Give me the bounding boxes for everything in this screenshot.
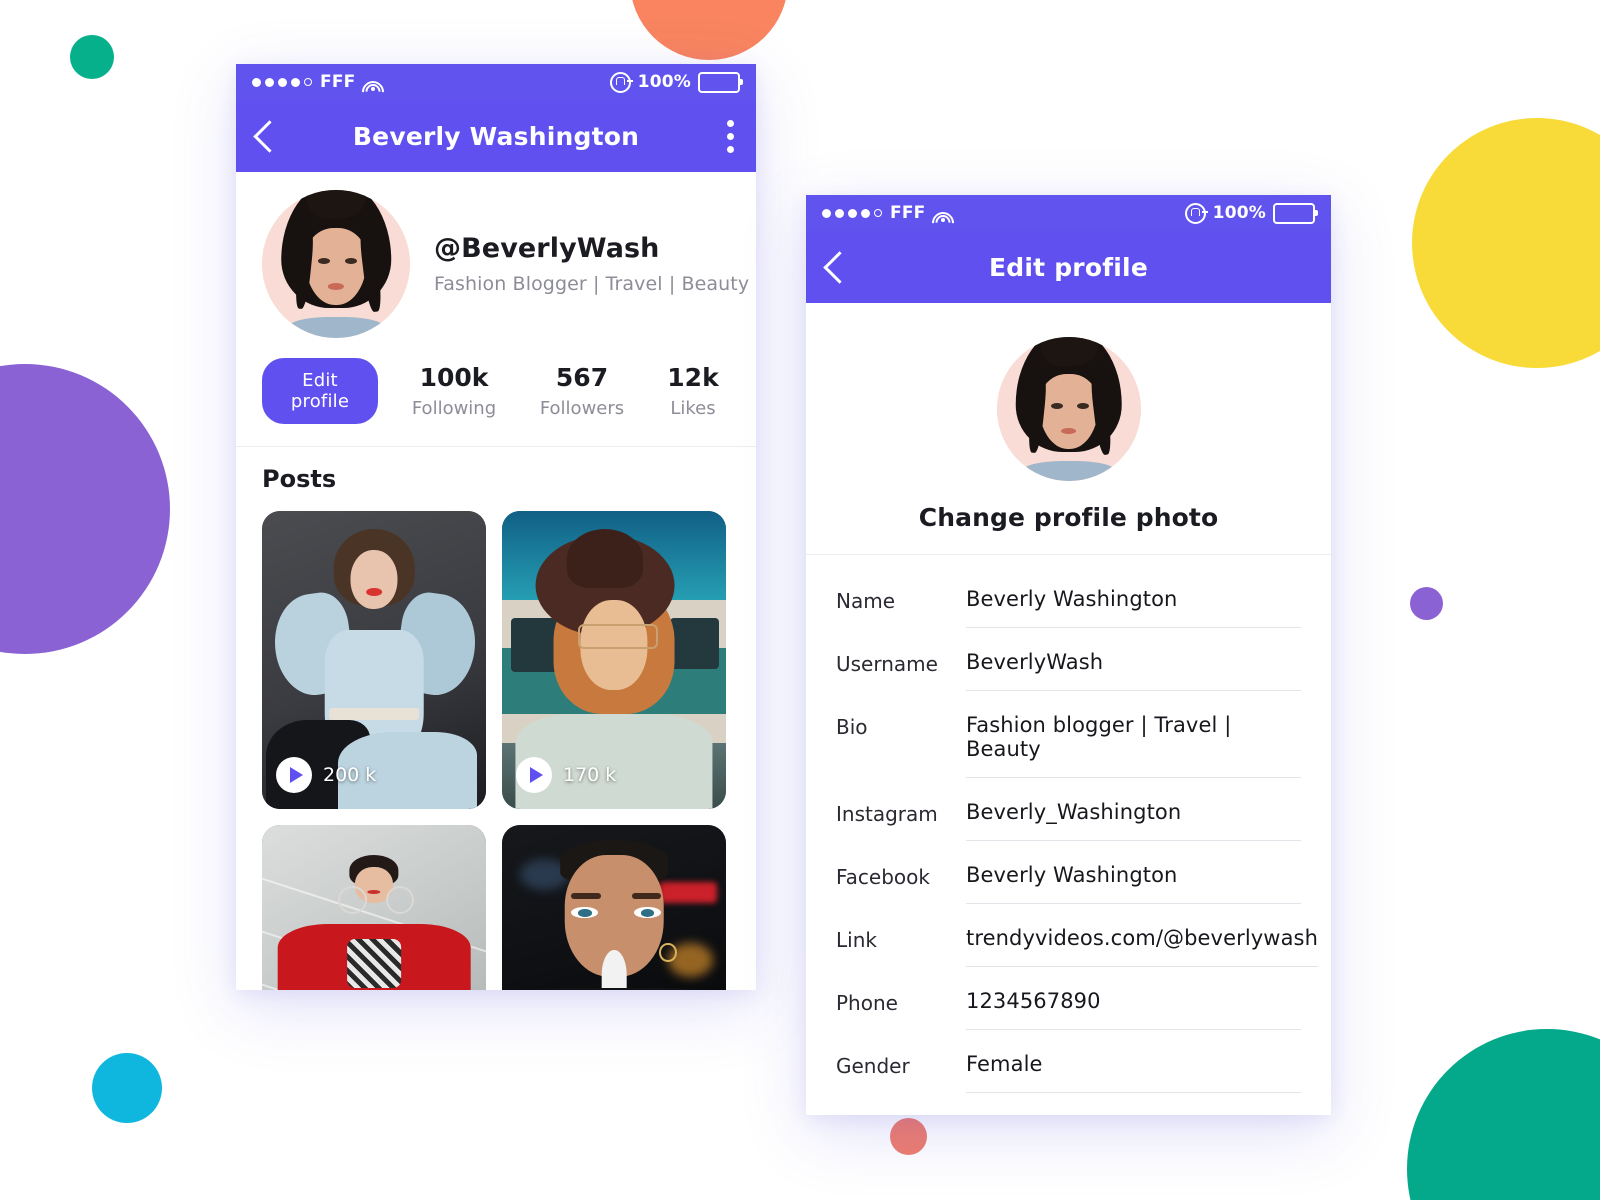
signal-strength-icon: [822, 208, 882, 218]
rotation-lock-icon: [609, 71, 633, 93]
back-chevron-icon[interactable]: [253, 119, 286, 153]
battery-icon: [1273, 202, 1318, 224]
posts-heading: Posts: [262, 465, 337, 493]
field-value[interactable]: 1234567890: [966, 989, 1301, 1029]
field-row-gender[interactable]: Gender Female: [836, 1030, 1301, 1093]
battery-icon: [698, 71, 743, 93]
post-card[interactable]: [502, 825, 726, 990]
avatar[interactable]: [996, 337, 1141, 481]
play-icon[interactable]: [276, 757, 312, 793]
field-value[interactable]: Beverly_Washington: [966, 800, 1301, 840]
profile-meta: @BeverlyWash Fashion Blogger | Travel | …: [434, 233, 749, 295]
wifi-icon: [927, 206, 959, 239]
field-label: Phone: [836, 991, 898, 1015]
stat-label: Followers: [539, 398, 625, 419]
field-label: Bio: [836, 715, 868, 739]
stat-likes[interactable]: 12k Likes: [656, 363, 730, 419]
rotation-lock-icon: [1184, 202, 1208, 224]
field-label: Gender: [836, 1054, 910, 1078]
edit-navbar: Edit profile: [806, 231, 1331, 303]
field-value[interactable]: Female: [966, 1052, 1301, 1092]
field-value[interactable]: BeverlyWash: [966, 650, 1301, 690]
field-underline: [966, 777, 1301, 778]
profile-navbar: Beverly Washington: [236, 100, 756, 172]
field-row-instagram[interactable]: Instagram Beverly_Washington: [836, 778, 1301, 841]
user-handle: @BeverlyWash: [434, 233, 660, 264]
edit-profile-form: Name Beverly Washington Username Beverly…: [806, 555, 1331, 1093]
stat-following[interactable]: 100k Following: [406, 363, 502, 419]
posts-grid: 200 k 170 k: [236, 493, 756, 990]
wifi-icon: [357, 75, 389, 108]
post-card[interactable]: 170 k: [502, 511, 726, 809]
stat-followers[interactable]: 567 Followers: [534, 363, 630, 419]
cyan-dot-bottom-left-circle: [92, 1053, 162, 1123]
user-bio: Fashion Blogger | Travel | Beauty: [434, 273, 750, 295]
stat-label: Likes: [670, 398, 716, 419]
signal-strength-icon: [252, 77, 312, 87]
battery-percent-label: 100%: [1212, 203, 1266, 223]
change-photo-section[interactable]: Change profile photo: [806, 303, 1331, 554]
field-label: Name: [836, 589, 896, 613]
edit-profile-button[interactable]: Edit profile: [262, 358, 378, 424]
field-label: Link: [836, 928, 877, 952]
field-underline: [966, 1029, 1301, 1030]
page-title: Edit profile: [989, 252, 1148, 282]
field-value[interactable]: Beverly Washington: [966, 587, 1301, 627]
field-row-phone[interactable]: Phone 1234567890: [836, 967, 1301, 1030]
post-card[interactable]: 200 k: [262, 511, 486, 809]
change-profile-photo-label[interactable]: Change profile photo: [806, 503, 1331, 532]
page-title: Beverly Washington: [352, 121, 640, 151]
avatar[interactable]: [262, 190, 410, 338]
kebab-menu-icon[interactable]: [727, 119, 734, 153]
profile-header-row: @BeverlyWash Fashion Blogger | Travel | …: [236, 172, 756, 338]
purple-circle-left-circle: [0, 364, 170, 654]
edit-status-bar: FFF 100%: [806, 195, 1331, 239]
back-chevron-icon[interactable]: [823, 250, 856, 284]
field-value[interactable]: Fashion blogger | Travel | Beauty: [966, 713, 1301, 777]
stat-label: Following: [411, 398, 497, 419]
post-views: 200 k: [323, 764, 377, 786]
post-views: 170 k: [563, 764, 617, 786]
post-views-overlay: 170 k: [516, 757, 616, 793]
salmon-dot-bottom-circle: [890, 1118, 927, 1155]
field-row-facebook[interactable]: Facebook Beverly Washington: [836, 841, 1301, 904]
field-row-bio[interactable]: Bio Fashion blogger | Travel | Beauty: [836, 691, 1301, 778]
purple-dot-right-circle: [1410, 587, 1443, 620]
teal-dot-top-left-circle: [70, 35, 114, 79]
field-underline: [966, 840, 1301, 841]
field-underline: [966, 627, 1301, 628]
field-value[interactable]: trendyvideos.com/@beverlywash: [966, 926, 1318, 966]
salmon-circle-top-circle: [630, 0, 788, 60]
stat-value: 567: [555, 363, 609, 392]
yellow-circle-right-circle: [1412, 118, 1600, 368]
stat-value: 12k: [667, 363, 719, 392]
field-row-name[interactable]: Name Beverly Washington: [836, 565, 1301, 628]
play-icon[interactable]: [516, 757, 552, 793]
stats-row: Edit profile 100k Following 567 Follower…: [236, 338, 756, 424]
field-underline: [966, 690, 1301, 691]
field-underline: [966, 903, 1301, 904]
field-label: Username: [836, 652, 938, 676]
field-label: Instagram: [836, 802, 938, 826]
carrier-label: FFF: [320, 72, 356, 92]
profile-status-bar: FFF 100%: [236, 64, 756, 108]
green-circle-bottom-right-circle: [1407, 1029, 1600, 1200]
field-label: Facebook: [836, 865, 930, 889]
battery-percent-label: 100%: [637, 72, 691, 92]
post-views-overlay: 200 k: [276, 757, 376, 793]
field-row-username[interactable]: Username BeverlyWash: [836, 628, 1301, 691]
field-underline: [966, 966, 1318, 967]
field-row-link[interactable]: Link trendyvideos.com/@beverlywash: [836, 904, 1318, 967]
profile-body: @BeverlyWash Fashion Blogger | Travel | …: [236, 172, 756, 990]
edit-profile-screen: FFF 100% Edit profile Change profile pho…: [806, 195, 1331, 1115]
carrier-label: FFF: [890, 203, 926, 223]
field-value[interactable]: Beverly Washington: [966, 863, 1301, 903]
field-underline: [966, 1092, 1301, 1093]
post-card[interactable]: [262, 825, 486, 990]
stat-value: 100k: [419, 363, 489, 392]
profile-screen: FFF 100% Beverly Washington @BeverlyWash…: [236, 64, 756, 990]
